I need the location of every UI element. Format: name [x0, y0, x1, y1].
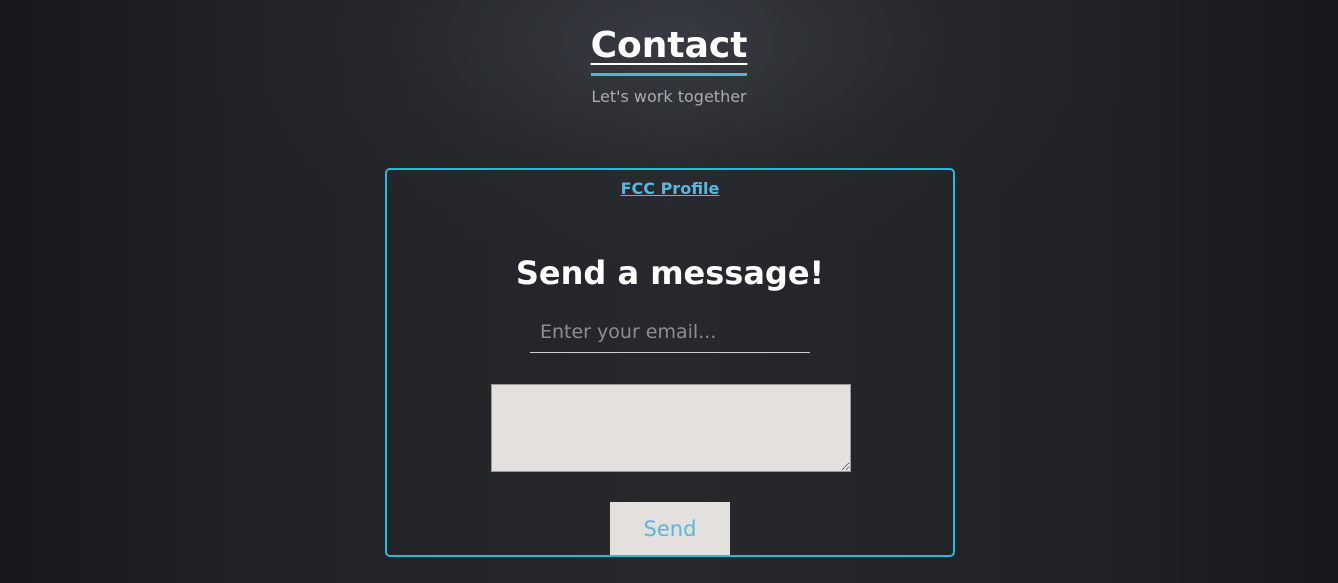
- email-input[interactable]: [530, 311, 810, 353]
- page-title-text: Contact: [590, 25, 748, 66]
- page-title: Contact: [590, 22, 748, 76]
- page-subtitle: Let's work together: [591, 87, 747, 106]
- contact-form-box: FCC Profile Send a message! Send: [385, 168, 955, 557]
- message-textarea[interactable]: [491, 384, 851, 472]
- send-button[interactable]: Send: [610, 502, 730, 555]
- title-underline-accent: [590, 73, 748, 76]
- fcc-profile-link[interactable]: FCC Profile: [387, 179, 953, 199]
- form-heading: Send a message!: [515, 254, 825, 292]
- page-header: Contact Let's work together: [0, 22, 1338, 108]
